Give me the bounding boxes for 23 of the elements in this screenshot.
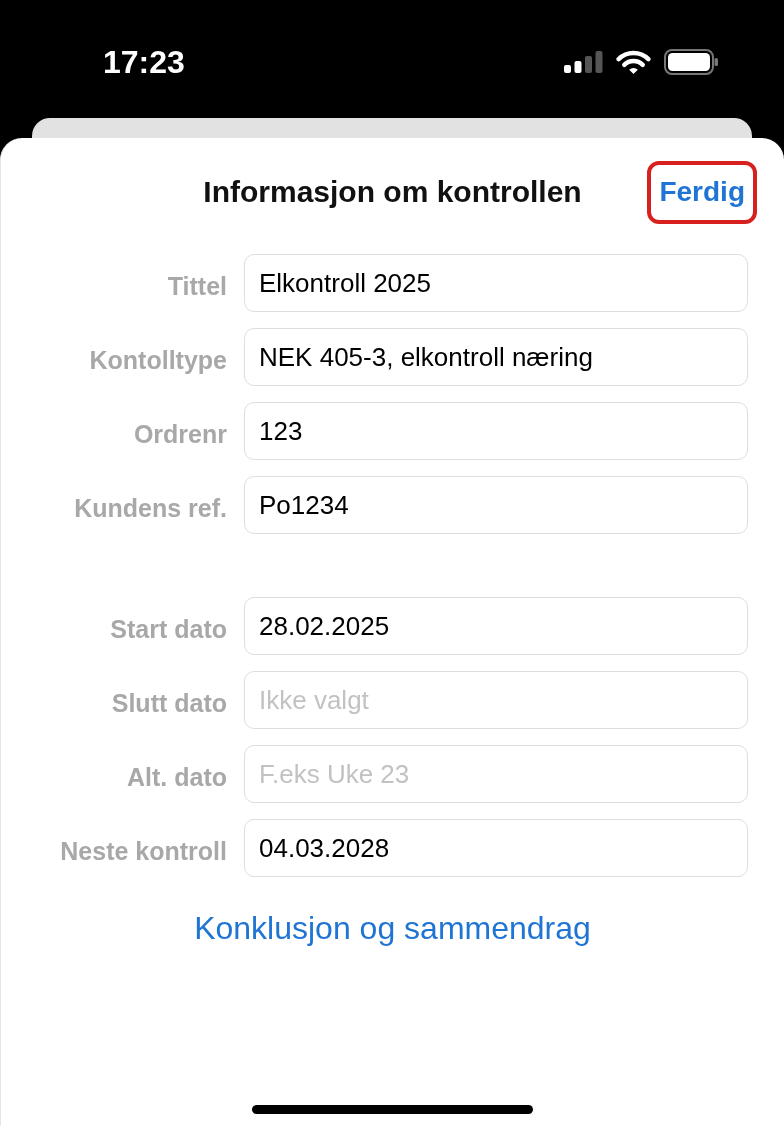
input-field[interactable]: 04.03.2028	[244, 819, 748, 877]
battery-icon	[664, 49, 718, 75]
field-label: Alt. dato	[127, 762, 227, 790]
status-time: 17:23	[103, 46, 185, 78]
summary-link[interactable]: Konklusjon og sammendrag	[194, 908, 591, 948]
field-label: Ordrenr	[133, 419, 227, 447]
input-field[interactable]: Ikke valgt	[244, 671, 748, 729]
input-field[interactable]: F.eks Uke 23	[244, 745, 748, 803]
field-label: Start dato	[110, 614, 227, 642]
wifi-icon	[616, 49, 651, 75]
input-field[interactable]: 28.02.2025	[244, 597, 748, 655]
field-label: Tittel	[167, 271, 227, 299]
signal-icon	[564, 51, 603, 73]
field-label: Kontolltype	[89, 345, 227, 373]
input-field[interactable]: Po1234	[244, 476, 748, 534]
field-label: Neste kontroll	[60, 836, 227, 864]
field-label: Slutt dato	[111, 688, 227, 716]
input-field[interactable]: Elkontroll 2025	[244, 254, 748, 312]
done-button[interactable]: Ferdig	[657, 172, 747, 212]
sheet-title: Informasjon om kontrollen	[203, 177, 582, 207]
input-field[interactable]: NEK 405-3, elkontroll næring	[244, 328, 748, 386]
input-field[interactable]: 123	[244, 402, 748, 460]
field-label: Kundens ref.	[74, 493, 227, 521]
